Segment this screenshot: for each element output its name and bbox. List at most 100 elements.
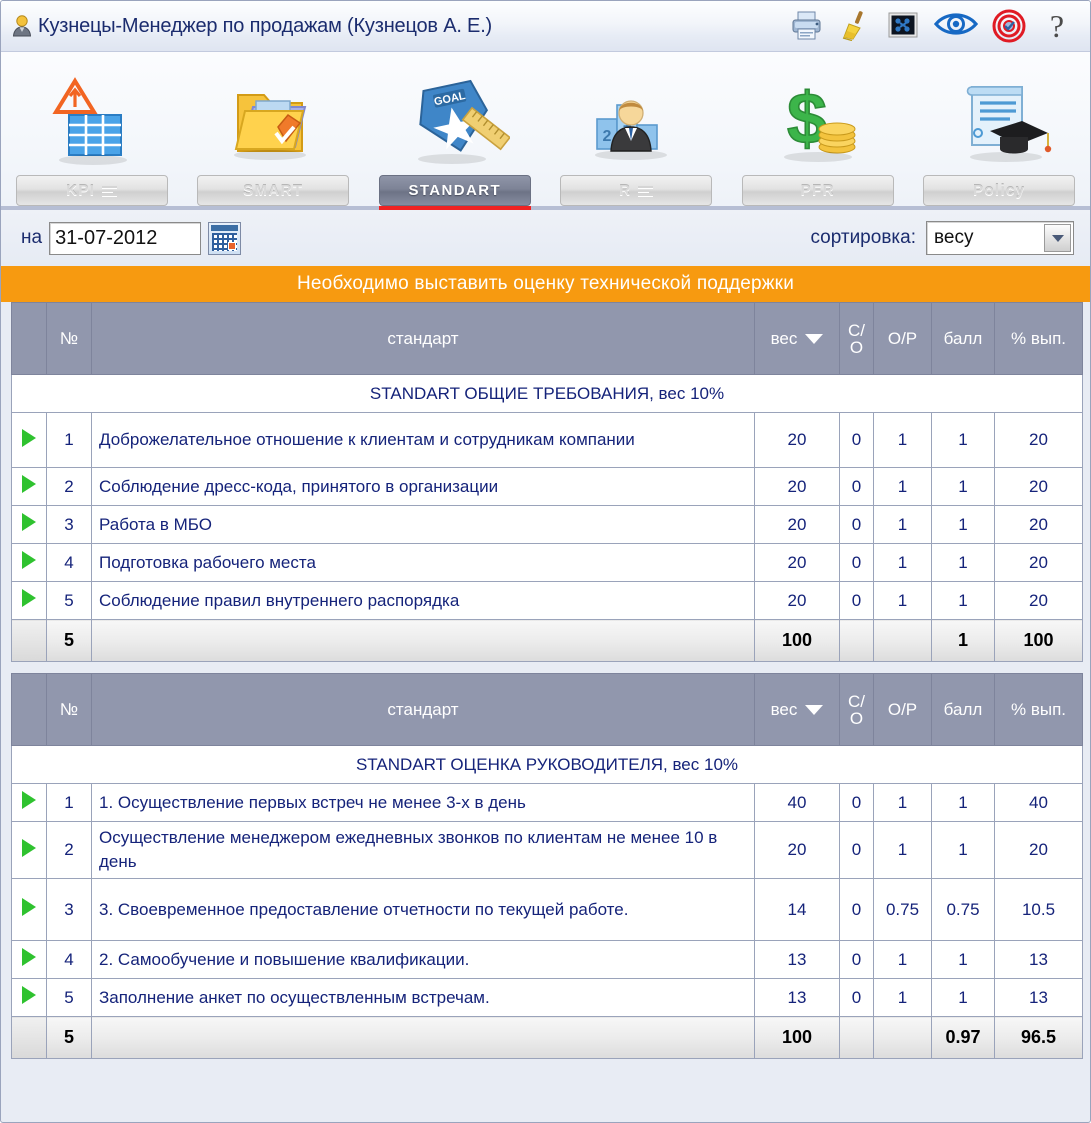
col-ball[interactable]: балл	[931, 302, 995, 375]
eye-icon[interactable]	[933, 9, 979, 43]
row-or: 1	[873, 505, 932, 544]
table-row[interactable]: 5 Заполнение анкет по осуществленным вст…	[11, 978, 1083, 1017]
tab-r[interactable]: 2 1 R	[546, 52, 728, 206]
row-or: 1	[873, 543, 932, 582]
col-or[interactable]: О/Р	[873, 673, 932, 746]
row-ves: 40	[754, 783, 840, 822]
col-ves[interactable]: вес	[754, 673, 840, 746]
total-so	[839, 619, 874, 662]
row-expand-button[interactable]	[11, 978, 47, 1017]
group-header-row: STANDART ОБЩИЕ ТРЕБОВАНИЯ, вес 10%	[11, 374, 1083, 413]
table-row[interactable]: 3 Работа в МБО 20 0 1 1 20	[11, 505, 1083, 544]
total-count: 5	[46, 619, 92, 662]
title-left: Кузнецы-Менеджер по продажам (Кузнецов А…	[1, 14, 790, 38]
date-input[interactable]: 31-07-2012	[49, 221, 202, 255]
row-ball: 1	[931, 783, 995, 822]
total-standard	[91, 619, 755, 662]
table-row[interactable]: 1 1. Осуществление первых встреч не мене…	[11, 783, 1083, 822]
sort-filter-group: сортировка: весу	[810, 221, 1078, 255]
col-num[interactable]: №	[46, 673, 92, 746]
print-icon[interactable]	[790, 9, 824, 43]
row-expand-button[interactable]	[11, 940, 47, 979]
row-percent: 40	[994, 783, 1083, 822]
col-standard[interactable]: стандарт	[91, 673, 755, 746]
row-expand-button[interactable]	[11, 505, 47, 544]
play-arrow-icon	[22, 791, 36, 809]
row-percent: 20	[994, 467, 1083, 506]
row-number: 2	[46, 821, 92, 879]
table-row[interactable]: 1 Доброжелательное отношение к клиентам …	[11, 412, 1083, 468]
tab-policy[interactable]: Policy	[909, 52, 1091, 206]
chevron-down-icon[interactable]	[1044, 224, 1071, 252]
row-number: 4	[46, 543, 92, 582]
col-num[interactable]: №	[46, 302, 92, 375]
tab-smart[interactable]: SMART	[183, 52, 365, 206]
calendar-icon[interactable]	[208, 221, 242, 255]
target-icon[interactable]	[992, 9, 1026, 43]
row-expand-button[interactable]	[11, 878, 47, 941]
tab-policy-label: Policy	[923, 175, 1076, 206]
row-so: 0	[839, 940, 874, 979]
table-total-row: 5 100 0.97 96.5	[11, 1016, 1083, 1059]
row-ves: 20	[754, 412, 840, 468]
row-standard: 1. Осуществление первых встреч не менее …	[91, 783, 755, 822]
table-row[interactable]: 2 Соблюдение дресс-кода, принятого в орг…	[11, 467, 1083, 506]
bars-icon	[638, 185, 654, 196]
row-or: 1	[873, 783, 932, 822]
col-so[interactable]: С/ О	[839, 673, 874, 746]
table-row[interactable]: 4 2. Самообучение и повышение квалификац…	[11, 940, 1083, 979]
page-title: Кузнецы-Менеджер по продажам (Кузнецов А…	[38, 14, 493, 37]
row-ball: 1	[931, 940, 995, 979]
sort-select[interactable]: весу	[926, 221, 1074, 255]
sort-select-value: весу	[934, 227, 974, 248]
row-expand-button[interactable]	[11, 783, 47, 822]
kpi-chart-icon	[37, 67, 147, 171]
total-percent: 96.5	[994, 1016, 1083, 1059]
table-total-row: 5 100 1 100	[11, 619, 1083, 662]
total-ball: 1	[931, 619, 995, 662]
col-or[interactable]: О/Р	[873, 302, 932, 375]
col-ves[interactable]: вес	[754, 302, 840, 375]
screen-icon[interactable]	[886, 9, 920, 43]
row-standard: 2. Самообучение и повышение квалификации…	[91, 940, 755, 979]
table-row[interactable]: 5 Соблюдение правил внутреннего распоряд…	[11, 581, 1083, 620]
help-icon[interactable]: ?	[1040, 8, 1074, 44]
total-so	[839, 1016, 874, 1059]
total-or	[873, 619, 932, 662]
tab-kpi[interactable]: KPI	[1, 52, 183, 206]
col-percent[interactable]: % вып.	[994, 673, 1083, 746]
group-title: STANDART ОБЩИЕ ТРЕБОВАНИЯ, вес 10%	[11, 374, 1083, 413]
row-ball: 1	[931, 581, 995, 620]
table-row[interactable]: 3 3. Своевременное предоставление отчетн…	[11, 878, 1083, 941]
podium-person-icon: 2 1	[581, 67, 691, 171]
table-header-row: № стандарт вес С/ О О/Р балл % вып.	[11, 673, 1083, 746]
row-or: 1	[873, 821, 932, 879]
total-ball: 0.97	[931, 1016, 995, 1059]
table-row[interactable]: 4 Подготовка рабочего места 20 0 1 1 20	[11, 543, 1083, 582]
col-standard[interactable]: стандарт	[91, 302, 755, 375]
row-ves: 20	[754, 821, 840, 879]
tab-pfr[interactable]: $ PFR	[727, 52, 909, 206]
row-expand-button[interactable]	[11, 821, 47, 879]
col-ball[interactable]: балл	[931, 673, 995, 746]
tab-kpi-label: KPI	[15, 175, 168, 206]
row-expand-button[interactable]	[11, 467, 47, 506]
row-standard: Соблюдение правил внутреннего распорядка	[91, 581, 755, 620]
tab-pfr-text: PFR	[800, 182, 835, 199]
table-row[interactable]: 2 Осуществление менеджером ежедневных зв…	[11, 821, 1083, 879]
col-percent[interactable]: % вып.	[994, 302, 1083, 375]
notice-banner: Необходимо выставить оценку технической …	[1, 266, 1090, 302]
broom-icon[interactable]	[838, 9, 872, 43]
bars-icon	[102, 185, 118, 196]
row-expand-button[interactable]	[11, 412, 47, 468]
row-expand-button[interactable]	[11, 543, 47, 582]
col-so[interactable]: С/ О	[839, 302, 874, 375]
svg-text:2: 2	[603, 128, 612, 145]
play-arrow-icon	[22, 838, 36, 857]
row-expand-button[interactable]	[11, 581, 47, 620]
tab-standart[interactable]: GOAL STANDART	[364, 52, 546, 206]
tab-r-text: R	[619, 182, 632, 199]
filter-bar: на 31-07-2012 сортировка: весу	[1, 210, 1090, 266]
row-ball: 1	[931, 412, 995, 468]
row-ball: 0.75	[931, 878, 995, 941]
